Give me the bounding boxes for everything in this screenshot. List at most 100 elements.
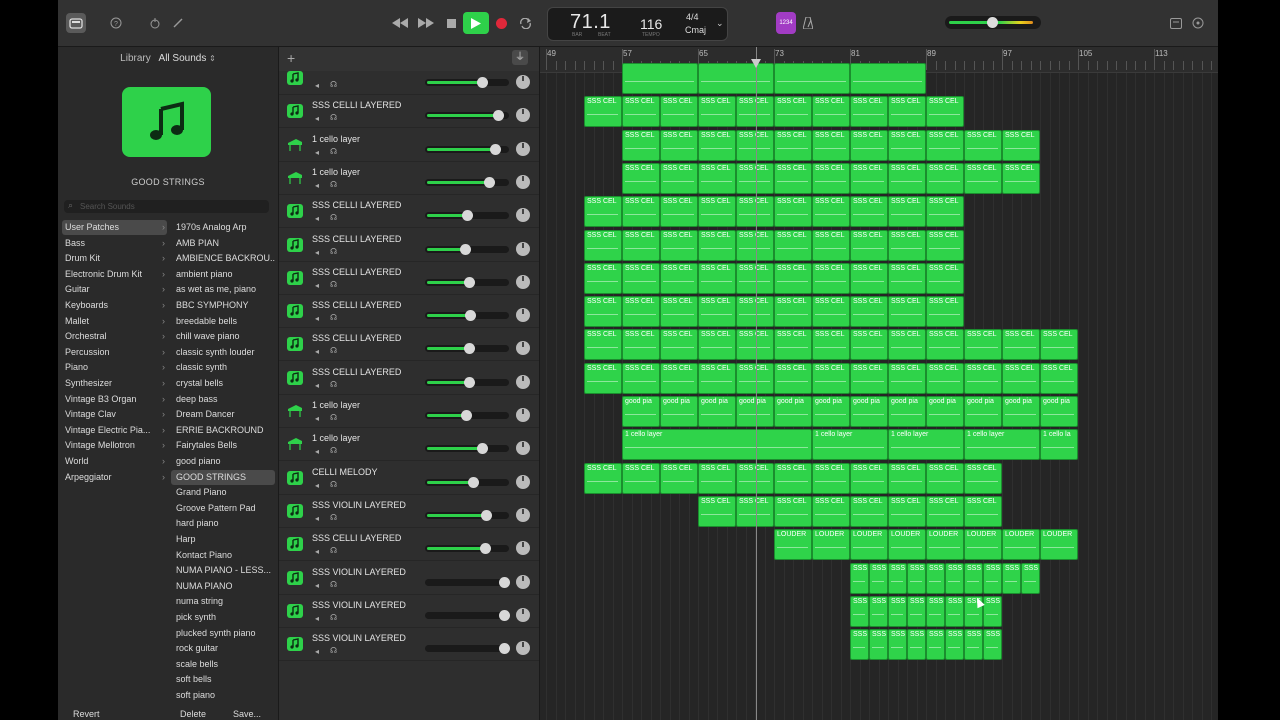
region[interactable]: SSS CEL [774, 296, 812, 328]
region[interactable]: SSS [926, 629, 945, 661]
mute-icon[interactable]: ◂ [315, 81, 319, 90]
region[interactable]: SSS CEL [774, 362, 812, 394]
track-name[interactable]: SSS VIOLIN LAYERED [312, 633, 406, 643]
region[interactable]: SSS CEL [964, 495, 1002, 527]
region[interactable]: SSS CEL [888, 229, 926, 261]
headphones-icon[interactable]: ☊ [330, 113, 337, 122]
volume-slider[interactable] [425, 176, 509, 188]
region[interactable]: SSS CEL [888, 196, 926, 228]
region[interactable] [850, 63, 926, 94]
category-item[interactable]: Orchestral › [62, 329, 167, 344]
region[interactable]: SSS CEL [698, 462, 736, 494]
track-name[interactable]: SSS CELLI LAYERED [312, 234, 401, 244]
region[interactable]: LOUDER [926, 529, 964, 561]
region[interactable]: SSS CEL [1040, 362, 1078, 394]
pan-knob[interactable] [516, 507, 530, 522]
region[interactable]: SSS CEL [926, 462, 964, 494]
region[interactable]: 1 cello layer [888, 429, 964, 461]
region[interactable]: SSS CEL [1002, 329, 1040, 361]
sound-item[interactable]: hard piano [171, 516, 275, 531]
region[interactable]: SSS CEL [850, 296, 888, 328]
region[interactable]: SSS CEL [926, 296, 964, 328]
mute-icon[interactable]: ◂ [315, 581, 319, 590]
tracks-area[interactable]: 49 57 65 73 81 89 97 105 113 SSS CEL SSS CEL SSS C… [540, 47, 1218, 720]
sound-item[interactable]: Grand Piano [171, 485, 275, 500]
region[interactable]: SSS CEL [812, 296, 850, 328]
headphones-icon[interactable]: ☊ [330, 480, 337, 489]
region[interactable]: SSS CEL [698, 96, 736, 128]
region[interactable]: SSS [869, 562, 888, 594]
region[interactable]: SSS CEL [698, 196, 736, 228]
category-item[interactable]: Mallet › [62, 314, 167, 329]
sound-item[interactable]: crystal bells [171, 376, 275, 391]
headphones-icon[interactable]: ☊ [330, 346, 337, 355]
category-item[interactable]: Arpeggiator › [62, 470, 167, 485]
volume-slider[interactable] [425, 343, 509, 355]
sound-item[interactable]: NUMA PIANO - LESS... [171, 563, 275, 578]
region[interactable]: LOUDER [1002, 529, 1040, 561]
region[interactable]: SSS CEL [584, 362, 622, 394]
library-filter[interactable]: All Sounds [159, 53, 207, 64]
region[interactable]: SSS [945, 562, 964, 594]
revert-button[interactable]: Revert [73, 709, 100, 719]
volume-slider[interactable] [425, 443, 509, 455]
mute-icon[interactable]: ◂ [315, 414, 319, 423]
region[interactable]: 1 cello layer [812, 429, 888, 461]
pan-knob[interactable] [516, 374, 530, 389]
pan-knob[interactable] [516, 541, 530, 556]
track-name[interactable]: 1 cello layer [312, 433, 360, 443]
volume-slider[interactable] [425, 243, 509, 255]
track-header[interactable]: SSS CELLI LAYERED ◂ ☊ [279, 528, 539, 562]
volume-knob[interactable] [481, 509, 493, 521]
region[interactable]: SSS [983, 629, 1002, 661]
region[interactable]: SSS CEL [812, 362, 850, 394]
track-name[interactable]: SSS CELLI LAYERED [312, 333, 401, 343]
rewind-icon[interactable] [390, 12, 410, 34]
region[interactable]: SSS CEL [698, 495, 736, 527]
sound-item[interactable]: Harp [171, 532, 275, 547]
region[interactable]: SSS CEL [774, 96, 812, 128]
mute-icon[interactable]: ◂ [315, 447, 319, 456]
pan-knob[interactable] [516, 441, 530, 456]
category-item[interactable]: Vintage B3 Organ › [62, 392, 167, 407]
sound-item[interactable]: ERRIE BACKROUND [171, 423, 275, 438]
region[interactable]: SSS CEL [850, 229, 888, 261]
pan-knob[interactable] [516, 174, 530, 189]
metronome-icon[interactable] [800, 12, 816, 34]
volume-slider[interactable] [425, 110, 509, 122]
region[interactable]: SSS CEL [812, 329, 850, 361]
region[interactable]: SSS CEL [926, 329, 964, 361]
region[interactable]: SSS CEL [622, 162, 660, 194]
region[interactable]: good pia [698, 396, 736, 427]
volume-knob[interactable] [499, 609, 510, 621]
region[interactable]: SSS CEL [964, 329, 1002, 361]
headphones-icon[interactable]: ☊ [330, 580, 337, 589]
track-header[interactable]: SSS CELLI LAYERED ◂ ☊ [279, 229, 539, 262]
region[interactable]: SSS [850, 629, 869, 661]
region[interactable]: SSS CEL [660, 129, 698, 161]
region[interactable]: SSS CEL [888, 462, 926, 494]
region[interactable]: SSS CEL [660, 362, 698, 394]
pan-knob[interactable] [516, 408, 530, 422]
region[interactable]: SSS CEL [850, 495, 888, 527]
mute-icon[interactable]: ◂ [315, 514, 319, 523]
track-name[interactable]: SSS VIOLIN LAYERED [312, 600, 406, 610]
stop-icon[interactable] [442, 12, 460, 34]
headphones-icon[interactable]: ☊ [330, 80, 337, 89]
category-item[interactable]: User Patches › [62, 220, 167, 235]
region[interactable]: SSS CEL [926, 229, 964, 261]
region[interactable]: SSS CEL [622, 362, 660, 394]
region[interactable]: SSS CEL [888, 162, 926, 194]
region[interactable]: SSS CEL [622, 262, 660, 294]
region[interactable]: SSS CEL [584, 462, 622, 494]
region[interactable]: LOUDER [850, 529, 888, 561]
volume-slider[interactable] [425, 310, 509, 322]
region[interactable]: LOUDER [888, 529, 926, 561]
region[interactable]: SSS [888, 629, 907, 661]
headphones-icon[interactable]: ☊ [330, 180, 337, 189]
category-item[interactable]: Percussion › [62, 345, 167, 360]
smart-controls-icon[interactable] [145, 13, 165, 33]
category-item[interactable]: Vintage Electric Pia... › [62, 423, 167, 438]
region[interactable]: SSS CEL [850, 196, 888, 228]
sound-item[interactable]: scale bells [171, 657, 275, 672]
